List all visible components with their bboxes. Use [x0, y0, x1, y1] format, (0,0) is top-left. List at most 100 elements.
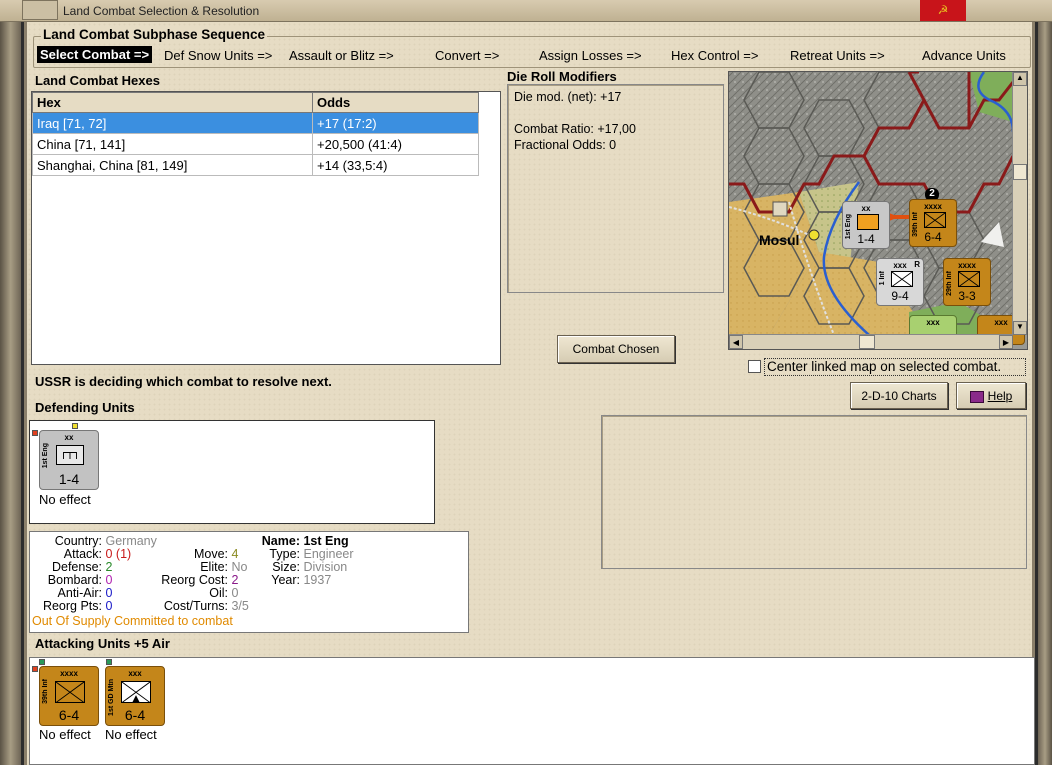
elite-value: No [231, 560, 248, 574]
mountain-infantry-icon [121, 681, 151, 703]
hexes-title: Land Combat Hexes [35, 73, 160, 88]
hex-row[interactable]: China [71, 141] +20,500 (41:4) [32, 133, 479, 155]
unit-strength: 6-4 [58, 707, 80, 723]
status-text: USSR is deciding which combat to resolve… [35, 374, 332, 389]
map-city-label: Mosul [759, 232, 800, 248]
defense-value: 2 [105, 560, 113, 574]
combat-chosen-button[interactable]: Combat Chosen [557, 335, 675, 363]
left-frame-border [0, 22, 21, 765]
infantry-icon [55, 681, 85, 703]
window-title: Land Combat Selection & Resolution [63, 4, 260, 18]
step-retreat-units: Retreat Units => [790, 48, 885, 63]
window: Land Combat Selection & Resolution ☭ Lan… [0, 0, 1052, 765]
year-key: Year: [271, 573, 300, 587]
unit-result: No effect [39, 492, 91, 507]
name-key: Name: [261, 534, 300, 548]
country-value: Germany [105, 534, 157, 548]
unit-size: xx [861, 204, 871, 213]
unit-status-dot [32, 430, 38, 436]
scroll-up-arrow-icon[interactable]: ▲ [1013, 72, 1027, 86]
close-button[interactable]: ☭ [920, 0, 966, 21]
charts-button[interactable]: 2-D-10 Charts [850, 382, 948, 409]
column-hex[interactable]: Hex [32, 92, 313, 113]
oil-key: Oil: [209, 586, 228, 600]
scroll-thumb[interactable] [859, 335, 875, 349]
country-key: Country: [54, 534, 102, 548]
infantry-icon [891, 271, 913, 287]
antiair-key: Anti-Air: [57, 586, 102, 600]
map-unit-counter[interactable]: xxxx 39th Inf 6-4 [909, 199, 957, 247]
unit-details-panel: Country: Germany Attack: 0 (1) Defense: … [29, 531, 469, 633]
attacking-unit-counter[interactable]: xxxx 39th Inf 6-4 [39, 666, 99, 726]
unit-size: xxxx [958, 261, 976, 270]
unit-name: 1st Eng [42, 443, 49, 469]
scroll-thumb[interactable] [1013, 164, 1027, 180]
unit-name: 39th Inf [42, 679, 49, 704]
defending-unit-counter[interactable]: xx 1st Eng 1-4 [39, 430, 99, 490]
step-assault-blitz: Assault or Blitz => [289, 48, 394, 63]
step-convert: Convert => [435, 48, 500, 63]
unit-size: xx [64, 433, 74, 442]
combat-ratio-line: Combat Ratio: +17,00 [514, 122, 636, 136]
hexes-list[interactable]: Hex Odds Iraq [71, 72] +17 (17:2) China … [31, 91, 501, 365]
map-unit-counter[interactable]: xxxx 29th Inf 3-3 [943, 258, 991, 306]
year-value: 1937 [303, 573, 332, 587]
attacking-units-panel: xxxx 39th Inf 6-4 No effect xxx 1st GD M… [29, 657, 1035, 765]
odds-cell: +20,500 (41:4) [312, 133, 479, 155]
unit-status-dot [72, 423, 78, 429]
help-label: Help [987, 389, 1013, 403]
main-frame: Land Combat Subphase Sequence Select Com… [24, 22, 1035, 765]
unit-name: 1 Inf [879, 271, 886, 286]
map-unit-counter[interactable]: xx 1st Eng 1-4 [842, 201, 890, 249]
unit-strength: 1-4 [58, 471, 80, 487]
bombard-key: Bombard: [47, 573, 102, 587]
unit-status-dot [39, 659, 45, 665]
attack-value: 0 [105, 547, 113, 561]
step-assign-losses: Assign Losses => [539, 48, 642, 63]
system-menu-button[interactable] [22, 0, 58, 20]
center-linked-label[interactable]: Center linked map on selected combat. [764, 358, 1026, 376]
type-key: Type: [269, 547, 300, 561]
attack-key: Attack: [63, 547, 102, 561]
center-linked-checkbox[interactable] [748, 360, 761, 373]
unit-size: xxxx [924, 202, 942, 211]
right-frame-border [1038, 22, 1052, 765]
attacking-unit-counter[interactable]: xxx 1st GD Mtn 6-4 [105, 666, 165, 726]
map-vertical-scrollbar[interactable]: ▲ ▼ [1012, 72, 1027, 335]
scroll-right-arrow-icon[interactable]: ▶ [999, 335, 1013, 349]
unit-status-dot [106, 659, 112, 665]
infantry-icon [924, 212, 946, 228]
antiair-value: 0 [105, 586, 113, 600]
bombard-value: 0 [105, 573, 113, 587]
scroll-left-arrow-icon[interactable]: ◀ [729, 335, 743, 349]
step-advance-units: Advance Units [922, 48, 1006, 63]
map-unit-counter[interactable]: xxx R 1 Inf 9-4 [876, 258, 924, 306]
step-hex-control: Hex Control => [671, 48, 759, 63]
column-odds[interactable]: Odds [312, 92, 479, 113]
reorgpts-value: 0 [105, 599, 113, 613]
unit-strength: 1-4 [857, 232, 875, 246]
attacking-title: Attacking Units +5 Air [35, 636, 170, 651]
reorgcost-value: 2 [231, 573, 239, 587]
hex-cell: China [71, 141] [32, 133, 313, 155]
linked-map[interactable]: Mosul xx 1st Eng 1-4 2 xxxx 39th Inf 6-4… [728, 71, 1028, 350]
step-def-snow: Def Snow Units => [164, 48, 273, 63]
map-horizontal-scrollbar[interactable]: ◀ ▶ [729, 334, 1013, 349]
type-value: Engineer [303, 547, 354, 561]
hex-row[interactable]: Iraq [71, 72] +17 (17:2) [32, 112, 479, 134]
committed-status: Committed to combat [114, 614, 233, 628]
hex-cell: Shanghai, China [81, 149] [32, 154, 313, 176]
unit-size: xxx [128, 669, 142, 678]
odds-cell: +14 (33,5:4) [312, 154, 479, 176]
help-button[interactable]: Help [956, 382, 1026, 409]
reserve-mark: R [914, 260, 920, 269]
odds-cell: +17 (17:2) [312, 112, 479, 134]
move-key: Move: [193, 547, 228, 561]
supply-status: Out Of Supply [32, 614, 111, 628]
unit-size: xxx [926, 318, 940, 327]
title-bar[interactable]: Land Combat Selection & Resolution ☭ [0, 0, 1052, 22]
unit-strength: 6-4 [924, 230, 942, 244]
hex-row[interactable]: Shanghai, China [81, 149] +14 (33,5:4) [32, 154, 479, 176]
scroll-down-arrow-icon[interactable]: ▼ [1013, 321, 1027, 335]
infantry-icon [958, 271, 980, 287]
